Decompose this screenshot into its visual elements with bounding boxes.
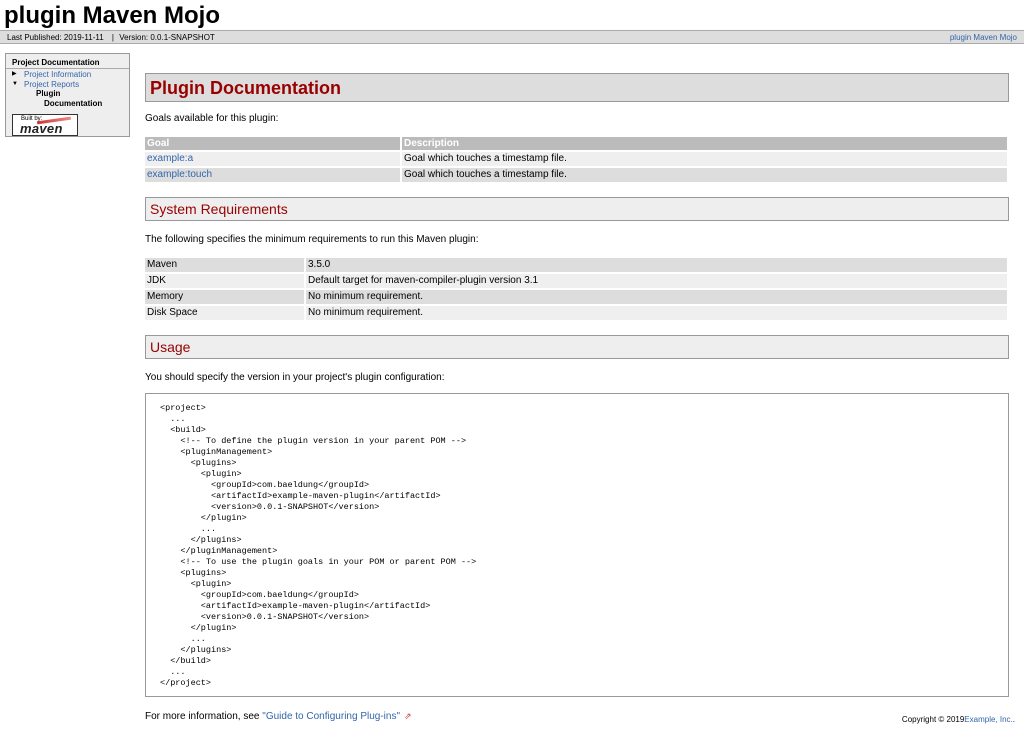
goal-cell: example:touch: [145, 168, 400, 182]
goals-table: Goal Description example:a Goal which to…: [143, 135, 1009, 184]
company-link[interactable]: Example, Inc.: [964, 715, 1012, 724]
table-row: Disk Space No minimum requirement.: [145, 306, 1007, 320]
nav-heading: Project Documentation: [6, 58, 129, 69]
sidebar-item-plugin-documentation: Plugin Documentation: [6, 89, 129, 108]
table-row: JDK Default target for maven-compiler-pl…: [145, 274, 1007, 288]
sidebar-nav: Project Documentation ▶ Project Informat…: [5, 53, 130, 137]
goals-intro: Goals available for this plugin:: [145, 113, 279, 124]
goal-link-example-touch[interactable]: example:touch: [147, 169, 212, 180]
collapsed-triangle-icon: ▶: [12, 71, 17, 77]
table-row: Maven 3.5.0: [145, 258, 1007, 272]
sidebar-item-project-information[interactable]: ▶ Project Information: [6, 70, 129, 80]
sidebar-item-project-reports[interactable]: ▼ Project Reports: [6, 80, 129, 90]
banner: plugin Maven Mojo: [0, 0, 1024, 30]
site-title: plugin Maven Mojo: [4, 2, 220, 29]
breadcrumb-bar: Last Published: 2019-11-11 | Version: 0.…: [0, 30, 1024, 44]
maven-wordmark: maven: [20, 121, 63, 136]
copyright-text: Copyright © 2019: [901, 715, 965, 724]
nav-current-line1: Plugin: [36, 89, 61, 98]
pom-code-block: <project> ... <build> <!-- To define the…: [145, 393, 1009, 697]
goal-link-example-a[interactable]: example:a: [147, 153, 193, 164]
system-requirements-heading: System Requirements: [145, 197, 1009, 221]
requirement-name: Memory: [145, 290, 304, 304]
nav-current-line2: Documentation: [44, 98, 103, 108]
requirement-value: Default target for maven-compiler-plugin…: [306, 274, 1007, 288]
nav-link-project-information[interactable]: Project Information: [24, 70, 91, 79]
main-content: Plugin Documentation Goals available for…: [145, 73, 1009, 723]
expanded-triangle-icon: ▼: [12, 80, 18, 87]
version-info: Version: 0.0.1-SNAPSHOT: [119, 32, 215, 42]
breadcrumb-separator: |: [111, 32, 114, 42]
requirements-table: Maven 3.5.0 JDK Default target for maven…: [143, 256, 1009, 322]
description-cell: Goal which touches a timestamp file.: [402, 152, 1007, 166]
goals-header-goal: Goal: [145, 137, 400, 150]
goal-cell: example:a: [145, 152, 400, 166]
last-published: Last Published: 2019-11-11: [7, 32, 104, 42]
goals-header-description: Description: [402, 137, 1007, 150]
publish-info: Last Published: 2019-11-11 | Version: 0.…: [7, 33, 215, 42]
footer: Copyright © 2019Example, Inc..: [0, 715, 1024, 724]
table-row: Memory No minimum requirement.: [145, 290, 1007, 304]
requirement-value: No minimum requirement.: [306, 306, 1007, 320]
requirement-name: Disk Space: [145, 306, 304, 320]
requirement-value: 3.5.0: [306, 258, 1007, 272]
description-cell: Goal which touches a timestamp file.: [402, 168, 1007, 182]
requirement-name: JDK: [145, 274, 304, 288]
requirement-value: No minimum requirement.: [306, 290, 1007, 304]
footer-suffix: .: [1012, 715, 1015, 724]
table-row: example:a Goal which touches a timestamp…: [145, 152, 1007, 166]
table-row: example:touch Goal which touches a times…: [145, 168, 1007, 182]
project-home-link[interactable]: plugin Maven Mojo: [950, 33, 1017, 42]
usage-intro: You should specify the version in your p…: [145, 372, 445, 383]
nav-link-project-reports[interactable]: Project Reports: [24, 80, 79, 89]
usage-heading: Usage: [145, 335, 1009, 359]
requirement-name: Maven: [145, 258, 304, 272]
built-by-maven-logo[interactable]: Built by: maven: [12, 114, 78, 136]
nav-list: ▶ Project Information ▼ Project Reports …: [6, 70, 129, 108]
page-title: Plugin Documentation: [145, 73, 1009, 102]
system-requirements-intro: The following specifies the minimum requ…: [145, 234, 479, 245]
